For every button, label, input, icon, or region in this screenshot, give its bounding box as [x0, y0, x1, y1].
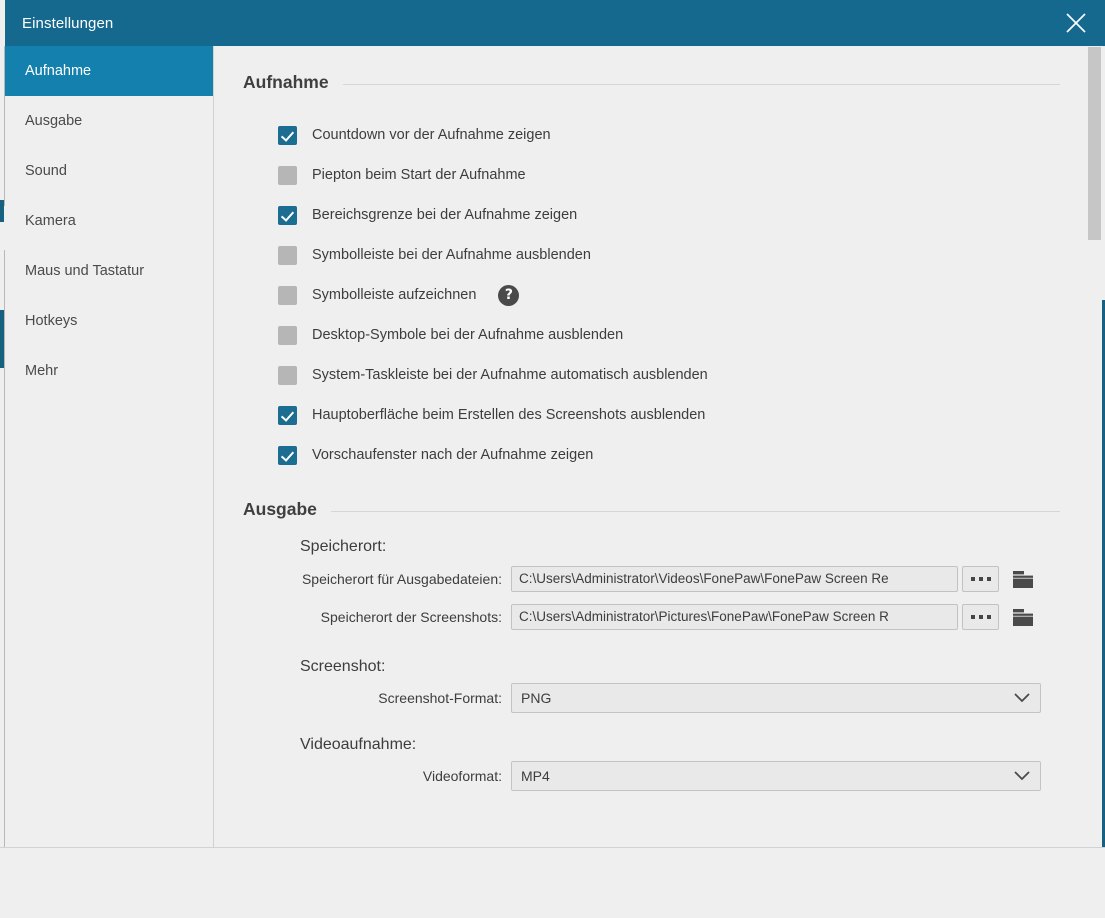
- field-row-video-format: Videoformat: MP4: [215, 760, 1090, 792]
- folder-icon-output-location[interactable]: [1011, 568, 1035, 590]
- subsection-heading-screenshot: Screenshot:: [300, 658, 386, 675]
- checkbox-symbolleiste-ausblenden[interactable]: [278, 245, 297, 265]
- field-row-output-location: Speicherort für Ausgabedateien: C:\Users…: [215, 562, 1090, 596]
- checkbox-label: Symbolleiste aufzeichnen: [312, 287, 477, 303]
- checkbox-row-symbolleiste-aufzeichnen[interactable]: Symbolleiste aufzeichnen ?: [215, 275, 1090, 315]
- subsection-heading-speicherort: Speicherort:: [300, 538, 387, 555]
- checkbox-row-countdown[interactable]: Countdown vor der Aufnahme zeigen: [215, 115, 1090, 155]
- field-label: Speicherort der Screenshots:: [320, 609, 502, 625]
- checkbox-row-desktop-symbole[interactable]: Desktop-Symbole bei der Aufnahme ausblen…: [215, 315, 1090, 355]
- dot: [986, 615, 991, 619]
- sidebar-item-label: Sound: [25, 163, 67, 179]
- field-label: Screenshot-Format:: [378, 690, 502, 706]
- sidebar-item-label: Aufnahme: [25, 63, 92, 79]
- field-label: Videoformat:: [422, 768, 502, 784]
- title-bar: Einstellungen: [5, 0, 1105, 46]
- section-divider: [342, 83, 1060, 85]
- section-header-ausgabe: Ausgabe: [243, 475, 1060, 520]
- checkbox-symbolleiste-aufzeichnen[interactable]: [278, 285, 297, 305]
- browse-screenshot-location-button[interactable]: [962, 604, 999, 630]
- checkbox-label: Vorschaufenster nach der Aufnahme zeigen: [312, 447, 594, 463]
- recording-options-list: Countdown vor der Aufnahme zeigen Piepto…: [215, 115, 1090, 475]
- checkbox-vorschaufenster[interactable]: [278, 445, 297, 465]
- select-value: MP4: [521, 768, 550, 784]
- sidebar-item-label: Mehr: [25, 363, 59, 379]
- subsection-heading-videoaufnahme: Videoaufnahme:: [300, 736, 417, 753]
- sidebar-item-mehr[interactable]: Mehr: [5, 346, 213, 396]
- checkbox-piepton[interactable]: [278, 165, 297, 185]
- sidebar-item-sound[interactable]: Sound: [5, 146, 213, 196]
- video-format-select[interactable]: MP4: [511, 761, 1041, 791]
- checkbox-row-piepton[interactable]: Piepton beim Start der Aufnahme: [215, 155, 1090, 195]
- sidebar-item-label: Ausgabe: [25, 113, 83, 129]
- checkbox-label: Symbolleiste bei der Aufnahme ausblenden: [312, 247, 591, 263]
- background-window-accent-lower: [0, 310, 4, 368]
- sidebar-item-ausgabe[interactable]: Ausgabe: [5, 96, 213, 146]
- chevron-down-icon: [1013, 690, 1031, 706]
- section-title: Aufnahme: [243, 72, 329, 92]
- checkbox-row-bereichsgrenze[interactable]: Bereichsgrenze bei der Aufnahme zeigen: [215, 195, 1090, 235]
- output-location-input[interactable]: C:\Users\Administrator\Videos\FonePaw\Fo…: [511, 566, 958, 592]
- checkbox-bereichsgrenze[interactable]: [278, 205, 297, 225]
- background-window-accent-upper: [0, 200, 4, 222]
- sidebar-item-label: Kamera: [25, 213, 76, 229]
- checkbox-label: System-Taskleiste bei der Aufnahme autom…: [312, 367, 708, 383]
- settings-content-panel: Aufnahme Countdown vor der Aufnahme zeig…: [215, 46, 1090, 847]
- checkbox-desktop-symbole[interactable]: [278, 325, 297, 345]
- dot: [986, 577, 991, 581]
- section-divider: [330, 510, 1060, 512]
- checkbox-system-taskleiste[interactable]: [278, 365, 297, 385]
- checkbox-label: Hauptoberfläche beim Erstellen des Scree…: [312, 407, 706, 423]
- checkbox-countdown[interactable]: [278, 125, 297, 145]
- sidebar-item-maus-und-tastatur[interactable]: Maus und Tastatur: [5, 246, 213, 296]
- checkbox-label: Desktop-Symbole bei der Aufnahme ausblen…: [312, 327, 624, 343]
- checkbox-label: Bereichsgrenze bei der Aufnahme zeigen: [312, 207, 578, 223]
- section-header-aufnahme: Aufnahme: [243, 46, 1060, 93]
- checkbox-label: Countdown vor der Aufnahme zeigen: [312, 127, 551, 143]
- folder-icon-screenshot-location[interactable]: [1011, 606, 1035, 628]
- dot: [978, 615, 983, 619]
- browse-output-location-button[interactable]: [962, 566, 999, 592]
- checkbox-row-symbolleiste-ausblenden[interactable]: Symbolleiste bei der Aufnahme ausblenden: [215, 235, 1090, 275]
- select-value: PNG: [521, 690, 552, 706]
- sidebar-item-label: Maus und Tastatur: [25, 263, 145, 279]
- dialog-footer: Auf Standard zurücksetzen OK Abbrechen: [0, 848, 1105, 918]
- sidebar: Aufnahme Ausgabe Sound Kamera Maus und T…: [5, 46, 214, 847]
- checkbox-row-hauptoberflaeche[interactable]: Hauptoberfläche beim Erstellen des Scree…: [215, 395, 1090, 435]
- checkbox-label: Piepton beim Start der Aufnahme: [312, 167, 526, 183]
- sidebar-item-label: Hotkeys: [25, 313, 78, 329]
- close-icon[interactable]: [1053, 0, 1099, 46]
- screenshot-location-input[interactable]: C:\Users\Administrator\Pictures\FonePaw\…: [511, 604, 958, 630]
- content-scrollbar-thumb[interactable]: [1088, 47, 1101, 240]
- dot: [970, 615, 975, 619]
- screenshot-format-select[interactable]: PNG: [511, 683, 1041, 713]
- help-icon[interactable]: ?: [498, 284, 520, 306]
- checkbox-row-system-taskleiste[interactable]: System-Taskleiste bei der Aufnahme autom…: [215, 355, 1090, 395]
- section-title: Ausgabe: [243, 499, 317, 519]
- dot: [970, 577, 975, 581]
- dot: [978, 577, 983, 581]
- window-title: Einstellungen: [22, 14, 114, 32]
- field-row-screenshot-format: Screenshot-Format: PNG: [215, 682, 1090, 714]
- field-label: Speicherort für Ausgabedateien:: [301, 571, 502, 587]
- sidebar-item-hotkeys[interactable]: Hotkeys: [5, 296, 213, 346]
- settings-dialog: Einstellungen Aufnahme Ausgabe Sound Kam…: [0, 0, 1105, 918]
- chevron-down-icon: [1013, 768, 1031, 784]
- field-row-screenshot-location: Speicherort der Screenshots: C:\Users\Ad…: [215, 600, 1090, 634]
- checkbox-hauptoberflaeche[interactable]: [278, 405, 297, 425]
- sidebar-item-kamera[interactable]: Kamera: [5, 196, 213, 246]
- sidebar-item-aufnahme[interactable]: Aufnahme: [5, 46, 213, 96]
- checkbox-row-vorschaufenster[interactable]: Vorschaufenster nach der Aufnahme zeigen: [215, 435, 1090, 475]
